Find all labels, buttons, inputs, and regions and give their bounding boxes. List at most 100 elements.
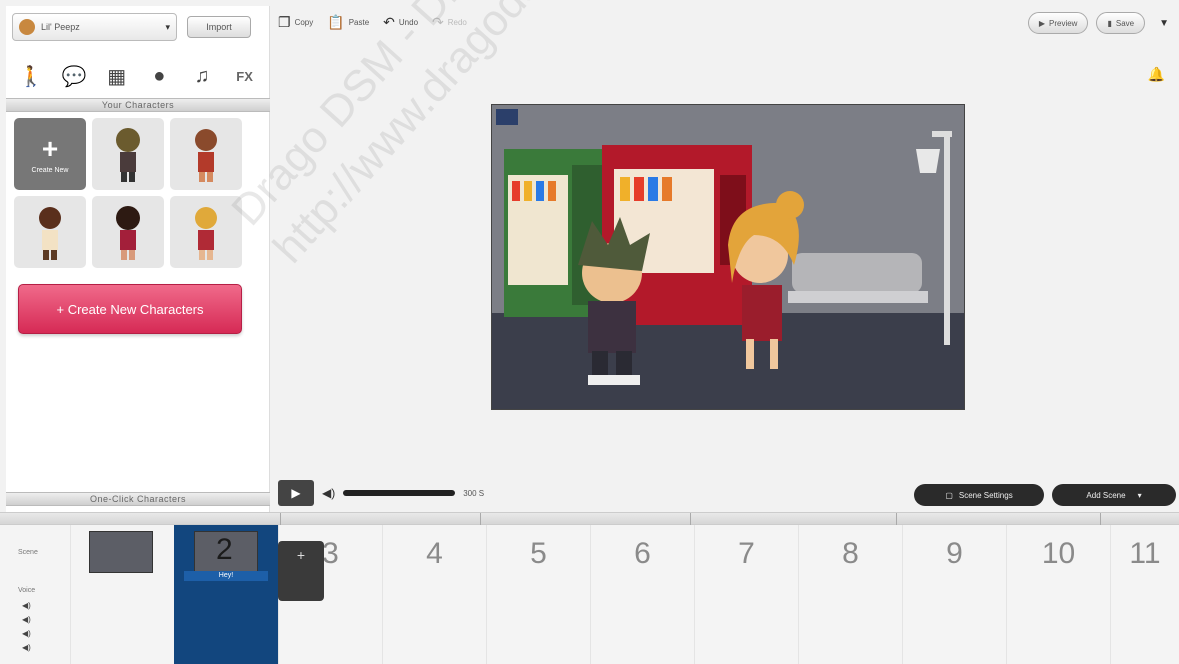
speaker-icon[interactable]: ◀)	[22, 643, 31, 652]
timeline-row-labels: Scene Voice ◀) ◀) ◀) ◀)	[0, 525, 70, 664]
scene-number: 6	[634, 537, 651, 570]
paste-label: Paste	[348, 17, 370, 27]
animation-editor: Lil' Peepz ▾ Import 🚶 💬 ▦ ● ♫ FX Your Ch…	[0, 0, 1179, 664]
theme-select[interactable]: Lil' Peepz ▾	[12, 13, 177, 41]
scene-number: 3	[322, 537, 339, 570]
fx-icon[interactable]: FX	[229, 60, 261, 92]
redo-label: Redo	[447, 17, 467, 27]
save-label: Save	[1115, 18, 1135, 28]
paste-button[interactable]: 📋 Paste	[327, 14, 369, 31]
redo-button[interactable]: ↷ Redo	[432, 14, 467, 31]
scene-2-name[interactable]: Hey!	[184, 571, 268, 581]
save-icon: ▮	[1107, 18, 1112, 28]
playback-bar: ▶ ◀) 300 S	[278, 480, 484, 506]
scene-number: 10	[1041, 537, 1076, 570]
chevron-down-icon[interactable]: ▼	[1159, 18, 1169, 29]
scene-track: 2 Hey! 3 4 5 6 7 8 9 10 11 +	[70, 525, 1179, 664]
theme-bar: Lil' Peepz ▾ Import	[6, 6, 270, 48]
scene-11[interactable]: 11	[1110, 525, 1179, 664]
scene-10[interactable]: 10	[1006, 525, 1110, 664]
scene-2[interactable]: 2 Hey!	[174, 525, 278, 664]
scene-settings-label: Scene Settings	[958, 490, 1013, 500]
scene-stage[interactable]	[491, 104, 965, 410]
character-tile[interactable]	[92, 118, 164, 190]
progress-fill	[343, 490, 456, 496]
ruler-mark	[690, 513, 691, 525]
music-icon[interactable]: ♫	[186, 60, 218, 92]
scene-number: 7	[738, 537, 755, 570]
edit-toolbar: ❐ Copy 📋 Paste ↶ Undo ↷ Redo	[278, 10, 467, 34]
copy-label: Copy	[294, 17, 314, 27]
speaker-icon[interactable]: ◀)	[22, 601, 31, 610]
scene-8[interactable]: 8	[798, 525, 902, 664]
scene-5[interactable]: 5	[486, 525, 590, 664]
play-button[interactable]: ▶	[278, 480, 314, 506]
background-icon[interactable]: ▦	[101, 60, 133, 92]
scene-number: 5	[530, 537, 547, 570]
character-4-avatar	[116, 206, 140, 260]
progress-time: 300 S	[463, 488, 485, 498]
progress-track[interactable]	[343, 490, 456, 496]
category-tabs: 🚶 💬 ▦ ● ♫ FX	[6, 56, 270, 96]
undo-icon: ↶	[383, 13, 395, 30]
theme-select-label: Lil' Peepz	[41, 22, 80, 32]
speech-bubble-icon[interactable]: 💬	[58, 60, 90, 92]
character-icon[interactable]: 🚶	[15, 60, 47, 92]
copy-icon: ❐	[278, 13, 291, 30]
copy-button[interactable]: ❐ Copy	[278, 14, 313, 31]
scene-9[interactable]: 9	[902, 525, 1006, 664]
theme-avatar-icon	[19, 19, 35, 35]
create-new-characters-button[interactable]: + Create New Characters	[18, 284, 242, 334]
scene-6[interactable]: 6	[590, 525, 694, 664]
scene-number: 4	[426, 537, 443, 570]
voice-row-label: Voice	[18, 587, 36, 594]
scene-settings-button[interactable]: ▢ Scene Settings	[914, 484, 1044, 506]
paste-icon: 📋	[327, 13, 345, 30]
prop-icon[interactable]: ●	[143, 60, 175, 92]
one-click-characters-header[interactable]: One-Click Characters	[6, 492, 270, 506]
scene-number: 8	[842, 537, 859, 570]
scene-1[interactable]	[70, 525, 174, 664]
character-tile[interactable]	[92, 196, 164, 268]
speaker-icon[interactable]: ◀)	[22, 629, 31, 638]
add-scene-button[interactable]: Add Scene ▾	[1052, 484, 1176, 506]
save-button[interactable]: ▮ Save	[1096, 12, 1146, 34]
undo-button[interactable]: ↶ Undo	[383, 14, 418, 31]
character-grid: + Create New	[14, 118, 254, 268]
chevron-down-icon: ▾	[1137, 490, 1142, 500]
plus-icon: +	[41, 132, 59, 164]
import-button[interactable]: Import	[187, 16, 251, 38]
timeline-ruler[interactable]	[0, 513, 1179, 525]
create-character-tile-label: Create New	[31, 166, 69, 174]
ruler-mark	[1100, 513, 1101, 525]
speaker-icon[interactable]: ◀)	[22, 615, 31, 624]
volume-icon[interactable]: ◀)	[322, 486, 335, 500]
scene-number: 9	[946, 537, 963, 570]
scene-4[interactable]: 4	[382, 525, 486, 664]
your-characters-header: Your Characters	[6, 98, 270, 112]
scene-row-label: Scene	[18, 549, 38, 556]
bell-icon[interactable]: 🔔	[1148, 66, 1165, 83]
create-character-tile[interactable]: + Create New	[14, 118, 86, 190]
scene-number: 11	[1129, 537, 1161, 570]
character-3-avatar	[39, 207, 61, 260]
preview-button[interactable]: ▶ Preview	[1027, 12, 1089, 34]
redo-icon: ↷	[432, 13, 444, 30]
add-scene-label: Add Scene	[1086, 490, 1126, 500]
chevron-down-icon: ▾	[165, 21, 170, 32]
character-2-avatar	[195, 129, 217, 182]
preview-label: Preview	[1049, 18, 1078, 28]
ruler-mark	[280, 513, 281, 525]
ruler-mark	[480, 513, 481, 525]
scene-context-menu[interactable]: +	[278, 541, 324, 601]
character-5-avatar	[195, 207, 217, 260]
plus-icon[interactable]: +	[297, 547, 305, 563]
character-tile[interactable]	[170, 118, 242, 190]
play-icon: ▶	[291, 486, 301, 500]
scene-7[interactable]: 7	[694, 525, 798, 664]
character-tile[interactable]	[14, 196, 86, 268]
character-tile[interactable]	[170, 196, 242, 268]
settings-icon: ▢	[945, 490, 953, 500]
scene-2-number: 2	[216, 533, 233, 566]
scene-1-thumbnail	[89, 531, 153, 573]
